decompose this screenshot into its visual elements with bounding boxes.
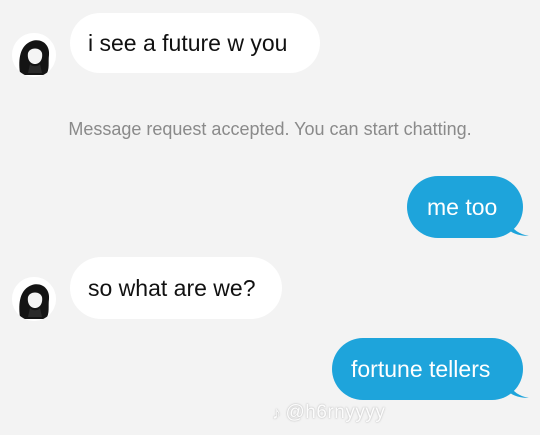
watermark-handle: @h6rnyyyy <box>285 402 386 423</box>
outgoing-message[interactable]: fortune tellers <box>332 338 529 400</box>
bubble-tail-icon <box>509 222 529 236</box>
message-text: me too <box>427 193 498 220</box>
message-text: fortune tellers <box>351 355 491 382</box>
avatar-icon <box>12 277 56 321</box>
bubble-tail-icon <box>509 384 529 398</box>
system-message: Message request accepted. You can start … <box>68 119 472 139</box>
message-text: so what are we? <box>88 274 256 301</box>
incoming-message[interactable]: i see a future w you <box>70 13 320 73</box>
avatar-icon <box>12 33 56 77</box>
incoming-message[interactable]: so what are we? <box>70 257 282 319</box>
contact-avatar[interactable] <box>12 33 56 77</box>
tiktok-watermark: ♪ @h6rnyyyy <box>272 402 385 424</box>
outgoing-message[interactable]: me too <box>407 176 529 238</box>
tiktok-logo-icon: ♪ <box>272 402 282 423</box>
message-text: i see a future w you <box>88 29 288 56</box>
contact-avatar[interactable] <box>12 277 56 321</box>
